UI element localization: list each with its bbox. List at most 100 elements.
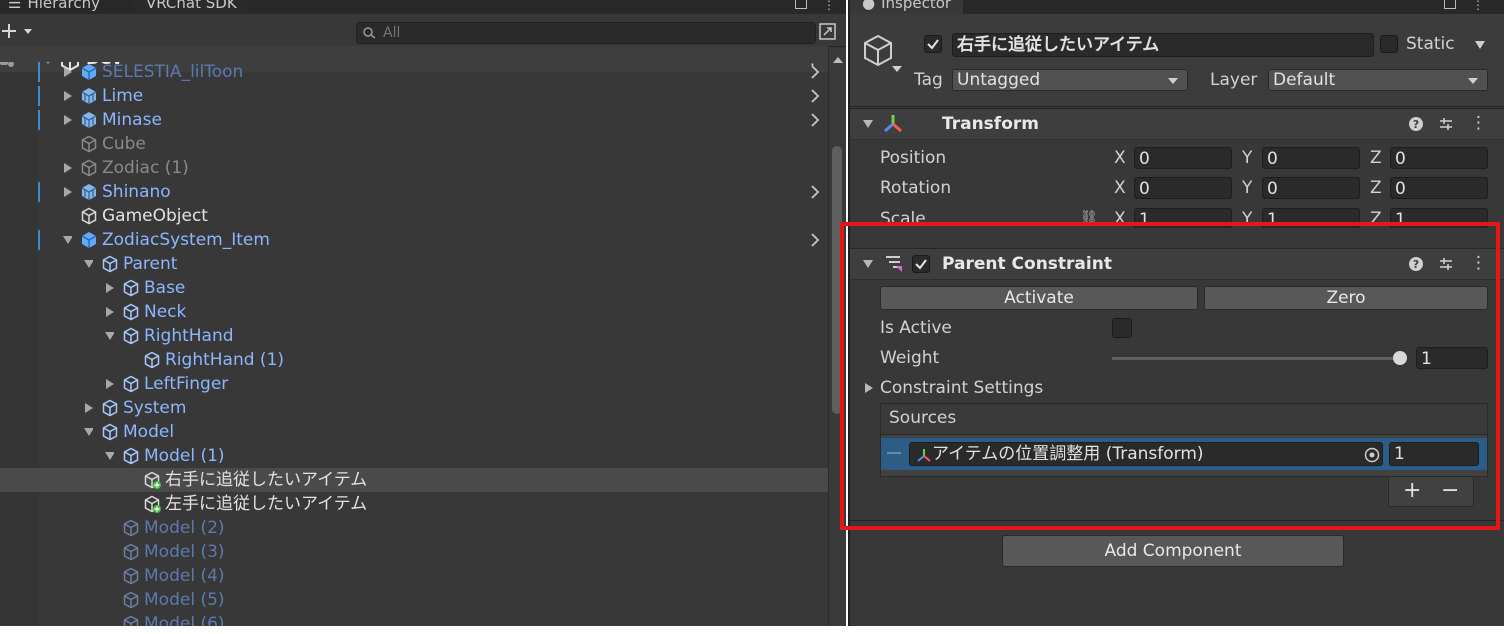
transform-menu-icon[interactable]: ⋮	[1470, 113, 1487, 133]
weight-slider-handle[interactable]	[1393, 351, 1407, 365]
weight-field[interactable]: 1	[1416, 347, 1488, 369]
hierarchy-row[interactable]: ZodiacSystem_Item	[0, 228, 828, 252]
panel-menu-icon[interactable]: ⋮	[823, 0, 835, 12]
prefab-open-chevron-icon[interactable]	[810, 89, 820, 103]
tab-hierarchy[interactable]: ☰ Hierarchy	[0, 0, 112, 14]
hierarchy-row[interactable]: RightHand (1)	[0, 348, 828, 372]
hierarchy-row[interactable]: Base	[0, 276, 828, 300]
zero-button[interactable]: Zero	[1204, 286, 1488, 310]
object-name-field[interactable]: 右手に追従したいアイテム	[952, 33, 1374, 57]
constraint-foldout-arrow-icon[interactable]	[862, 259, 874, 269]
inspector-menu-icon[interactable]: ⋮	[1472, 0, 1484, 12]
hierarchy-row[interactable]: Model (6)	[0, 612, 828, 626]
scene-visibility-button[interactable]	[818, 22, 838, 42]
foldout-collapsed-icon[interactable]	[62, 114, 72, 126]
position-z-field[interactable]: 0	[1390, 147, 1488, 169]
foldout-collapsed-icon[interactable]	[62, 66, 72, 78]
hierarchy-row[interactable]: Minase	[0, 108, 828, 132]
hierarchy-scroll-thumb[interactable]	[832, 146, 842, 414]
object-active-checkbox[interactable]	[924, 35, 942, 53]
foldout-expanded-icon[interactable]	[83, 258, 93, 270]
foldout-expanded-icon[interactable]	[62, 234, 72, 246]
transform-foldout-arrow-icon[interactable]	[862, 119, 874, 129]
foldout-collapsed-icon[interactable]	[83, 402, 93, 414]
transform-header[interactable]: Transform ? ⋮	[850, 108, 1504, 140]
foldout-collapsed-icon[interactable]	[62, 162, 72, 174]
help-icon[interactable]: ?	[1408, 116, 1424, 132]
prefab-open-chevron-icon[interactable]	[810, 65, 820, 79]
hierarchy-row[interactable]: Lime	[0, 84, 828, 108]
rotation-x-field[interactable]: 0	[1134, 177, 1232, 199]
drag-handle-icon[interactable]	[887, 452, 901, 454]
help-icon[interactable]: ?	[1408, 256, 1424, 272]
prefab-open-chevron-icon[interactable]	[810, 233, 820, 247]
foldout-expanded-icon[interactable]	[104, 450, 114, 462]
parent-constraint-header[interactable]: Parent Constraint ? ⋮	[850, 248, 1504, 280]
object-picker-icon[interactable]	[1364, 447, 1380, 463]
hierarchy-row[interactable]: Model	[0, 420, 828, 444]
hierarchy-row[interactable]: LeftFinger	[0, 372, 828, 396]
maximize-icon[interactable]	[795, 0, 807, 9]
hierarchy-row[interactable]: Parent	[0, 252, 828, 276]
inspector-maximize-icon[interactable]	[1444, 0, 1456, 9]
weight-slider-track[interactable]	[1112, 357, 1400, 360]
source-weight-field[interactable]: 1	[1389, 442, 1479, 466]
create-button[interactable]	[0, 18, 40, 44]
hierarchy-row[interactable]: SELESTIA_lilToon	[0, 62, 828, 84]
prefab-open-chevron-icon[interactable]	[810, 185, 820, 199]
scroll-up-arrow-icon[interactable]	[832, 56, 844, 64]
parent-constraint-enabled-checkbox[interactable]	[912, 255, 930, 273]
constrain-proportions-icon[interactable]: ⛓	[1080, 210, 1098, 226]
add-component-button[interactable]: Add Component	[1002, 535, 1344, 567]
static-dropdown-arrow-icon[interactable]	[1474, 40, 1486, 50]
hierarchy-row[interactable]: Model (3)	[0, 540, 828, 564]
hierarchy-row[interactable]: 左手に追従したいアイテム	[0, 492, 828, 516]
rotation-y-field[interactable]: 0	[1262, 177, 1360, 199]
scale-x-field[interactable]: 1	[1134, 208, 1232, 228]
hierarchy-row[interactable]: Model (1)	[0, 444, 828, 468]
hierarchy-row[interactable]: Shinano	[0, 180, 828, 204]
hierarchy-row[interactable]: GameObject	[0, 204, 828, 228]
source-row[interactable]: アイテムの位置調整用 (Transform) 1	[881, 438, 1487, 470]
remove-source-button[interactable]: −	[1441, 478, 1459, 503]
static-checkbox[interactable]	[1380, 35, 1398, 53]
is-active-checkbox[interactable]	[1112, 318, 1132, 338]
tab-vrchat-sdk[interactable]: VRChat SDK	[134, 0, 249, 14]
constraint-settings-foldout-icon[interactable]	[864, 382, 874, 394]
tag-dropdown[interactable]: Untagged	[952, 69, 1188, 91]
foldout-expanded-icon[interactable]	[83, 426, 93, 438]
preset-sliders-icon[interactable]	[1438, 116, 1454, 132]
rotation-z-field[interactable]: 0	[1390, 177, 1488, 199]
foldout-collapsed-icon[interactable]	[104, 282, 114, 294]
layer-dropdown[interactable]: Default	[1268, 69, 1488, 91]
constraint-menu-icon[interactable]: ⋮	[1470, 253, 1487, 273]
hierarchy-row[interactable]: Model (5)	[0, 588, 828, 612]
scale-y-field[interactable]: 1	[1262, 208, 1360, 228]
foldout-collapsed-icon[interactable]	[62, 186, 72, 198]
hierarchy-row[interactable]: Zodiac (1)	[0, 156, 828, 180]
hierarchy-row[interactable]: RightHand	[0, 324, 828, 348]
gameobject-cube-icon[interactable]	[862, 34, 906, 76]
hierarchy-row[interactable]: 右手に追従したいアイテム	[0, 468, 828, 492]
foldout-collapsed-icon[interactable]	[104, 306, 114, 318]
search-input[interactable]	[383, 23, 803, 43]
add-source-button[interactable]: +	[1403, 478, 1421, 503]
constraint-settings-label[interactable]: Constraint Settings	[880, 377, 1043, 399]
hierarchy-row[interactable]: System	[0, 396, 828, 420]
prefab-open-chevron-icon[interactable]	[810, 113, 820, 127]
foldout-expanded-icon[interactable]	[104, 330, 114, 342]
hierarchy-row[interactable]: Model (4)	[0, 564, 828, 588]
foldout-collapsed-icon[interactable]	[104, 378, 114, 390]
source-object-field[interactable]: アイテムの位置調整用 (Transform)	[909, 442, 1383, 466]
preset-sliders-icon[interactable]	[1438, 256, 1454, 272]
activate-button[interactable]: Activate	[880, 286, 1198, 310]
hierarchy-row[interactable]: Model (2)	[0, 516, 828, 540]
foldout-collapsed-icon[interactable]	[62, 90, 72, 102]
position-x-field[interactable]: 0	[1134, 147, 1232, 169]
scale-z-field[interactable]: 1	[1390, 208, 1488, 228]
tab-inspector[interactable]: ● Inspector	[850, 0, 964, 14]
hierarchy-search-field[interactable]	[356, 22, 816, 44]
position-y-field[interactable]: 0	[1262, 147, 1360, 169]
hierarchy-row[interactable]: Cube	[0, 132, 828, 156]
hierarchy-row[interactable]: Neck	[0, 300, 828, 324]
